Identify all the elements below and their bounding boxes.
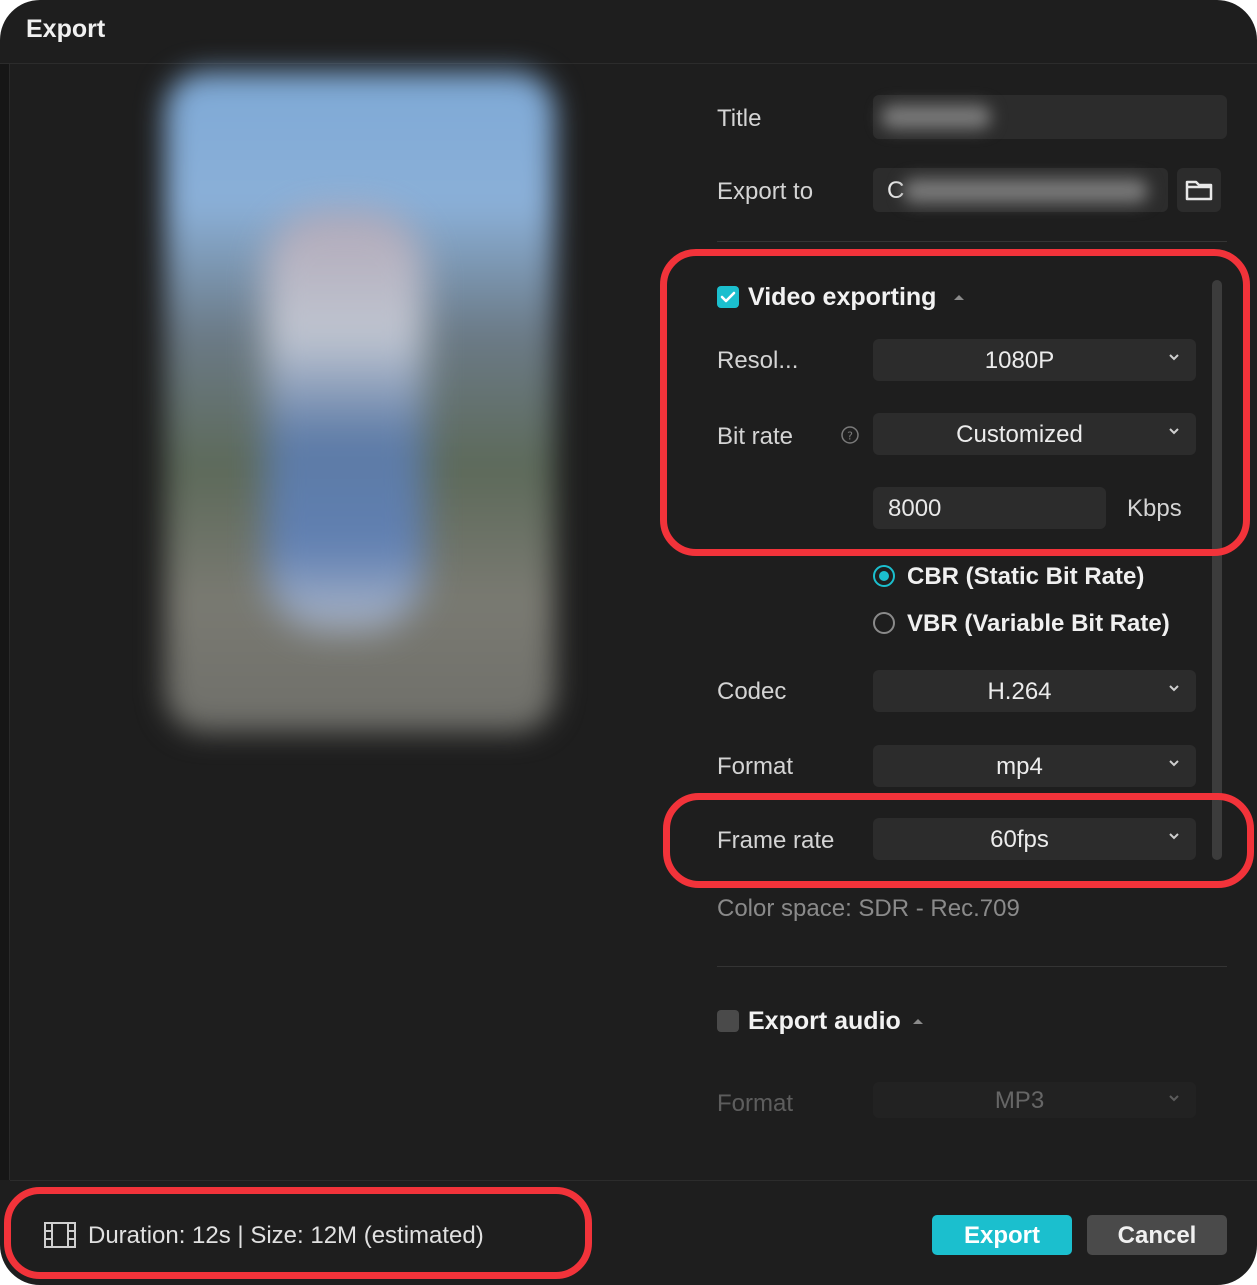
codec-label: Codec bbox=[717, 678, 787, 705]
chevron-down-icon bbox=[1169, 1095, 1179, 1102]
export-path-prefix: C bbox=[887, 177, 905, 204]
framerate-label: Frame rate bbox=[717, 827, 835, 854]
divider-top bbox=[717, 241, 1227, 242]
resolution-label: Resol... bbox=[717, 347, 799, 374]
color-space-info: Color space: SDR - Rec.709 bbox=[717, 895, 1020, 922]
help-icon[interactable]: ? bbox=[840, 425, 860, 445]
resolution-select[interactable]: 1080P bbox=[873, 339, 1196, 381]
bitrate-select[interactable]: Customized bbox=[873, 413, 1196, 455]
title-value-redacted bbox=[881, 105, 991, 129]
export-path-redacted bbox=[903, 179, 1148, 203]
export-info: Duration: 12s | Size: 12M (estimated) bbox=[88, 1222, 484, 1249]
resolution-value: 1080P bbox=[984, 347, 1055, 374]
vbr-radio[interactable] bbox=[873, 612, 895, 634]
audio-format-value: MP3 bbox=[994, 1087, 1045, 1114]
title-bar: Export bbox=[0, 0, 1257, 64]
vbr-label[interactable]: VBR (Variable Bit Rate) bbox=[907, 610, 1170, 638]
bitrate-value: Customized bbox=[956, 421, 1083, 448]
chevron-down-icon bbox=[1169, 354, 1179, 361]
dialog-title: Export bbox=[26, 15, 106, 43]
film-icon bbox=[44, 1222, 76, 1248]
video-export-checkbox[interactable] bbox=[717, 286, 739, 308]
audio-export-checkbox[interactable] bbox=[717, 1010, 739, 1032]
cbr-label[interactable]: CBR (Static Bit Rate) bbox=[907, 563, 1144, 591]
export-button[interactable]: Export bbox=[932, 1215, 1072, 1255]
caret-up-icon[interactable] bbox=[911, 1016, 925, 1026]
left-edge bbox=[0, 64, 10, 1180]
export-dialog: Export Title Export to C Video exporting… bbox=[0, 0, 1257, 1285]
chevron-down-icon bbox=[1169, 685, 1179, 692]
codec-select[interactable]: H.264 bbox=[873, 670, 1196, 712]
browse-folder-button[interactable] bbox=[1177, 168, 1221, 212]
export-to-label: Export to bbox=[717, 178, 814, 205]
bitrate-number-value: 8000 bbox=[888, 495, 942, 522]
title-label: Title bbox=[717, 105, 762, 132]
settings-scrollbar[interactable] bbox=[1212, 280, 1222, 860]
caret-up-icon[interactable] bbox=[952, 292, 966, 302]
video-export-heading: Video exporting bbox=[748, 283, 937, 311]
bitrate-label: Bit rate bbox=[717, 423, 794, 450]
audio-export-heading: Export audio bbox=[748, 1007, 901, 1035]
chevron-down-icon bbox=[1169, 833, 1179, 840]
footer-divider bbox=[10, 1180, 1257, 1181]
divider-audio bbox=[717, 966, 1227, 967]
video-preview-subject bbox=[265, 210, 425, 630]
svg-text:?: ? bbox=[847, 430, 853, 443]
chevron-down-icon bbox=[1169, 428, 1179, 435]
audio-format-select[interactable]: MP3 bbox=[873, 1082, 1196, 1118]
check-icon bbox=[720, 291, 736, 303]
title-input[interactable] bbox=[873, 95, 1227, 139]
format-select[interactable]: mp4 bbox=[873, 745, 1196, 787]
bitrate-unit: Kbps bbox=[1127, 495, 1182, 522]
codec-value: H.264 bbox=[987, 678, 1052, 705]
cancel-button[interactable]: Cancel bbox=[1087, 1215, 1227, 1255]
bitrate-number-input[interactable]: 8000 bbox=[873, 487, 1106, 529]
framerate-select[interactable]: 60fps bbox=[873, 818, 1196, 860]
export-path-input[interactable]: C bbox=[873, 168, 1168, 212]
cbr-radio[interactable] bbox=[873, 565, 895, 587]
framerate-value: 60fps bbox=[990, 826, 1049, 853]
chevron-down-icon bbox=[1169, 760, 1179, 767]
folder-icon bbox=[1185, 180, 1213, 201]
format-label: Format bbox=[717, 753, 794, 780]
format-value: mp4 bbox=[996, 753, 1043, 780]
audio-format-label: Format bbox=[717, 1090, 794, 1117]
